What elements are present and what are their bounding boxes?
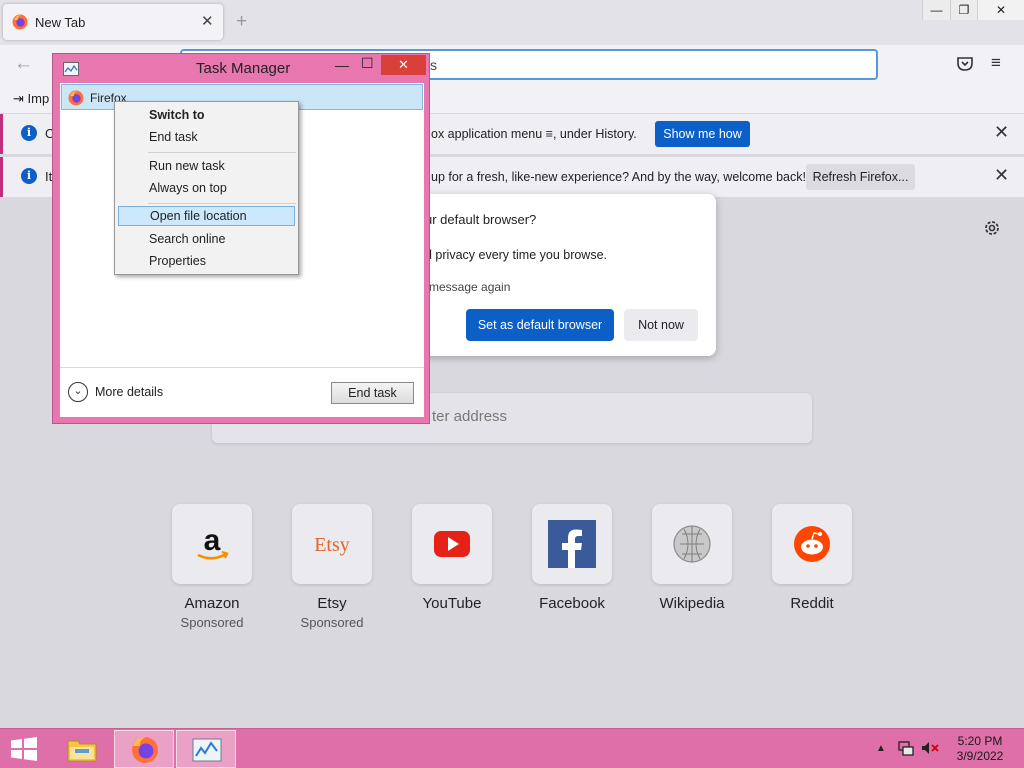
amazon-icon: a [197,524,229,560]
close-button[interactable]: ✕ [381,55,426,75]
taskbar-firefox[interactable] [114,730,174,768]
not-now-button[interactable]: Not now [624,309,698,341]
import-bookmarks-button[interactable]: ⇥ Imp [13,91,49,107]
top-site-reddit[interactable]: Reddit [752,504,872,612]
svg-text:Etsy: Etsy [314,534,350,556]
volume-muted-icon[interactable] [921,740,939,756]
menu-item-open-file-location[interactable]: Open file location [118,206,295,226]
import-icon: ⇥ [13,91,28,106]
tab-strip: New Tab ✕ + — ❐ ✕ [0,0,1024,45]
clock-time: 5:20 PM [957,734,1003,748]
window-title: Task Manager [196,60,291,77]
menu-item-switch-to[interactable]: Switch to [118,105,295,125]
top-site-amazon[interactable]: a Amazon Sponsored [152,504,272,630]
tile-name: Amazon [184,595,240,612]
url-text: s [430,57,437,73]
windows-start-icon[interactable] [10,737,38,761]
minimize-button[interactable]: — [335,57,349,73]
back-button[interactable]: ← [14,53,33,75]
task-manager-footer: ⌄ More details End task [60,367,424,417]
close-icon[interactable]: ✕ [994,122,1009,143]
pocket-icon[interactable] [955,54,975,74]
menu-item-always-on-top[interactable]: Always on top [118,178,295,198]
firefox-icon [68,90,84,106]
wikipedia-icon [673,525,711,563]
menu-item-end-task[interactable]: End task [118,127,295,147]
tile-box [412,504,492,584]
restore-button[interactable]: ❐ [950,0,977,20]
window-controls: — ❐ ✕ [922,0,1024,20]
tab-new-tab[interactable]: New Tab ✕ [3,4,223,40]
top-sites: a Amazon Sponsored Etsy Etsy Sponsored Y… [152,504,872,644]
facebook-icon [548,520,596,568]
import-bookmarks-label: Imp [27,91,50,106]
tab-title: New Tab [35,15,86,30]
top-site-youtube[interactable]: YouTube [392,504,512,612]
top-site-wikipedia[interactable]: Wikipedia [632,504,752,612]
svg-text:a: a [204,524,221,557]
app-menu-button[interactable]: ≡ [991,53,1001,73]
firefox-icon [12,14,28,30]
tab-close-icon[interactable]: ✕ [201,12,214,30]
end-task-button[interactable]: End task [331,382,414,404]
menu-separator [148,152,296,153]
task-manager-icon [63,62,79,76]
tile-name: Wikipedia [659,595,725,612]
tile-sponsored: Sponsored [300,615,364,630]
new-tab-button[interactable]: + [236,11,247,33]
tile-box [652,504,732,584]
tile-sponsored: Sponsored [180,615,244,630]
tile-name: YouTube [422,595,482,612]
task-manager-titlebar[interactable]: Task Manager — ☐ ✕ [53,54,429,84]
default-browser-dialog: ur default browser? d privacy every time… [395,194,716,356]
maximize-button[interactable]: ☐ [361,55,374,72]
info-icon: i [21,125,37,141]
menu-item-run-new-task[interactable]: Run new task [118,156,295,176]
dialog-question: ur default browser? [425,212,537,227]
firefox-icon [132,737,158,763]
tile-name: Etsy [317,595,347,612]
refresh-firefox-button[interactable]: Refresh Firefox... [806,164,915,190]
tray-expand-icon[interactable]: ▲ [876,743,886,754]
taskbar-task-manager[interactable] [176,730,236,768]
tile-box [532,504,612,584]
dialog-subtitle: d privacy every time you browse. [425,248,608,262]
network-icon[interactable] [898,740,914,756]
context-menu: Switch to End task Run new task Always o… [114,101,299,275]
menu-item-search-online[interactable]: Search online [118,229,295,249]
top-site-facebook[interactable]: Facebook [512,504,632,612]
top-site-etsy[interactable]: Etsy Etsy Sponsored [272,504,392,630]
close-icon[interactable]: ✕ [994,165,1009,186]
chevron-down-icon[interactable]: ⌄ [68,382,88,402]
youtube-icon [434,531,470,557]
task-manager-icon [192,738,222,762]
more-details-link[interactable]: More details [95,385,163,399]
close-button[interactable]: ✕ [977,0,1024,20]
etsy-icon: Etsy [314,534,350,556]
notification-message: ox application menu ≡, under History. [431,127,637,141]
info-icon: i [21,168,37,184]
tile-box: Etsy [292,504,372,584]
taskbar: ▲ 5:20 PM 3/9/2022 [0,728,1024,768]
taskbar-file-explorer[interactable] [52,730,112,768]
tile-box: a [172,504,252,584]
menu-separator [148,203,296,204]
tile-name: Reddit [790,595,834,612]
tile-name: Facebook [539,595,605,612]
dont-show-checkbox-label[interactable]: message again [429,280,510,294]
show-me-how-button[interactable]: Show me how [655,121,750,147]
notification-message: up for a fresh, like-new experience? And… [431,170,806,184]
minimize-button[interactable]: — [922,0,950,20]
menu-item-properties[interactable]: Properties [118,251,295,271]
reddit-icon [794,526,830,562]
set-default-browser-button[interactable]: Set as default browser [466,309,614,341]
clock-date: 3/9/2022 [956,749,1004,763]
gear-icon[interactable] [982,218,1002,238]
tile-box [772,504,852,584]
search-placeholder: ter address [432,408,508,425]
folder-icon [67,740,97,762]
system-clock[interactable]: 5:20 PM 3/9/2022 [950,734,1010,764]
